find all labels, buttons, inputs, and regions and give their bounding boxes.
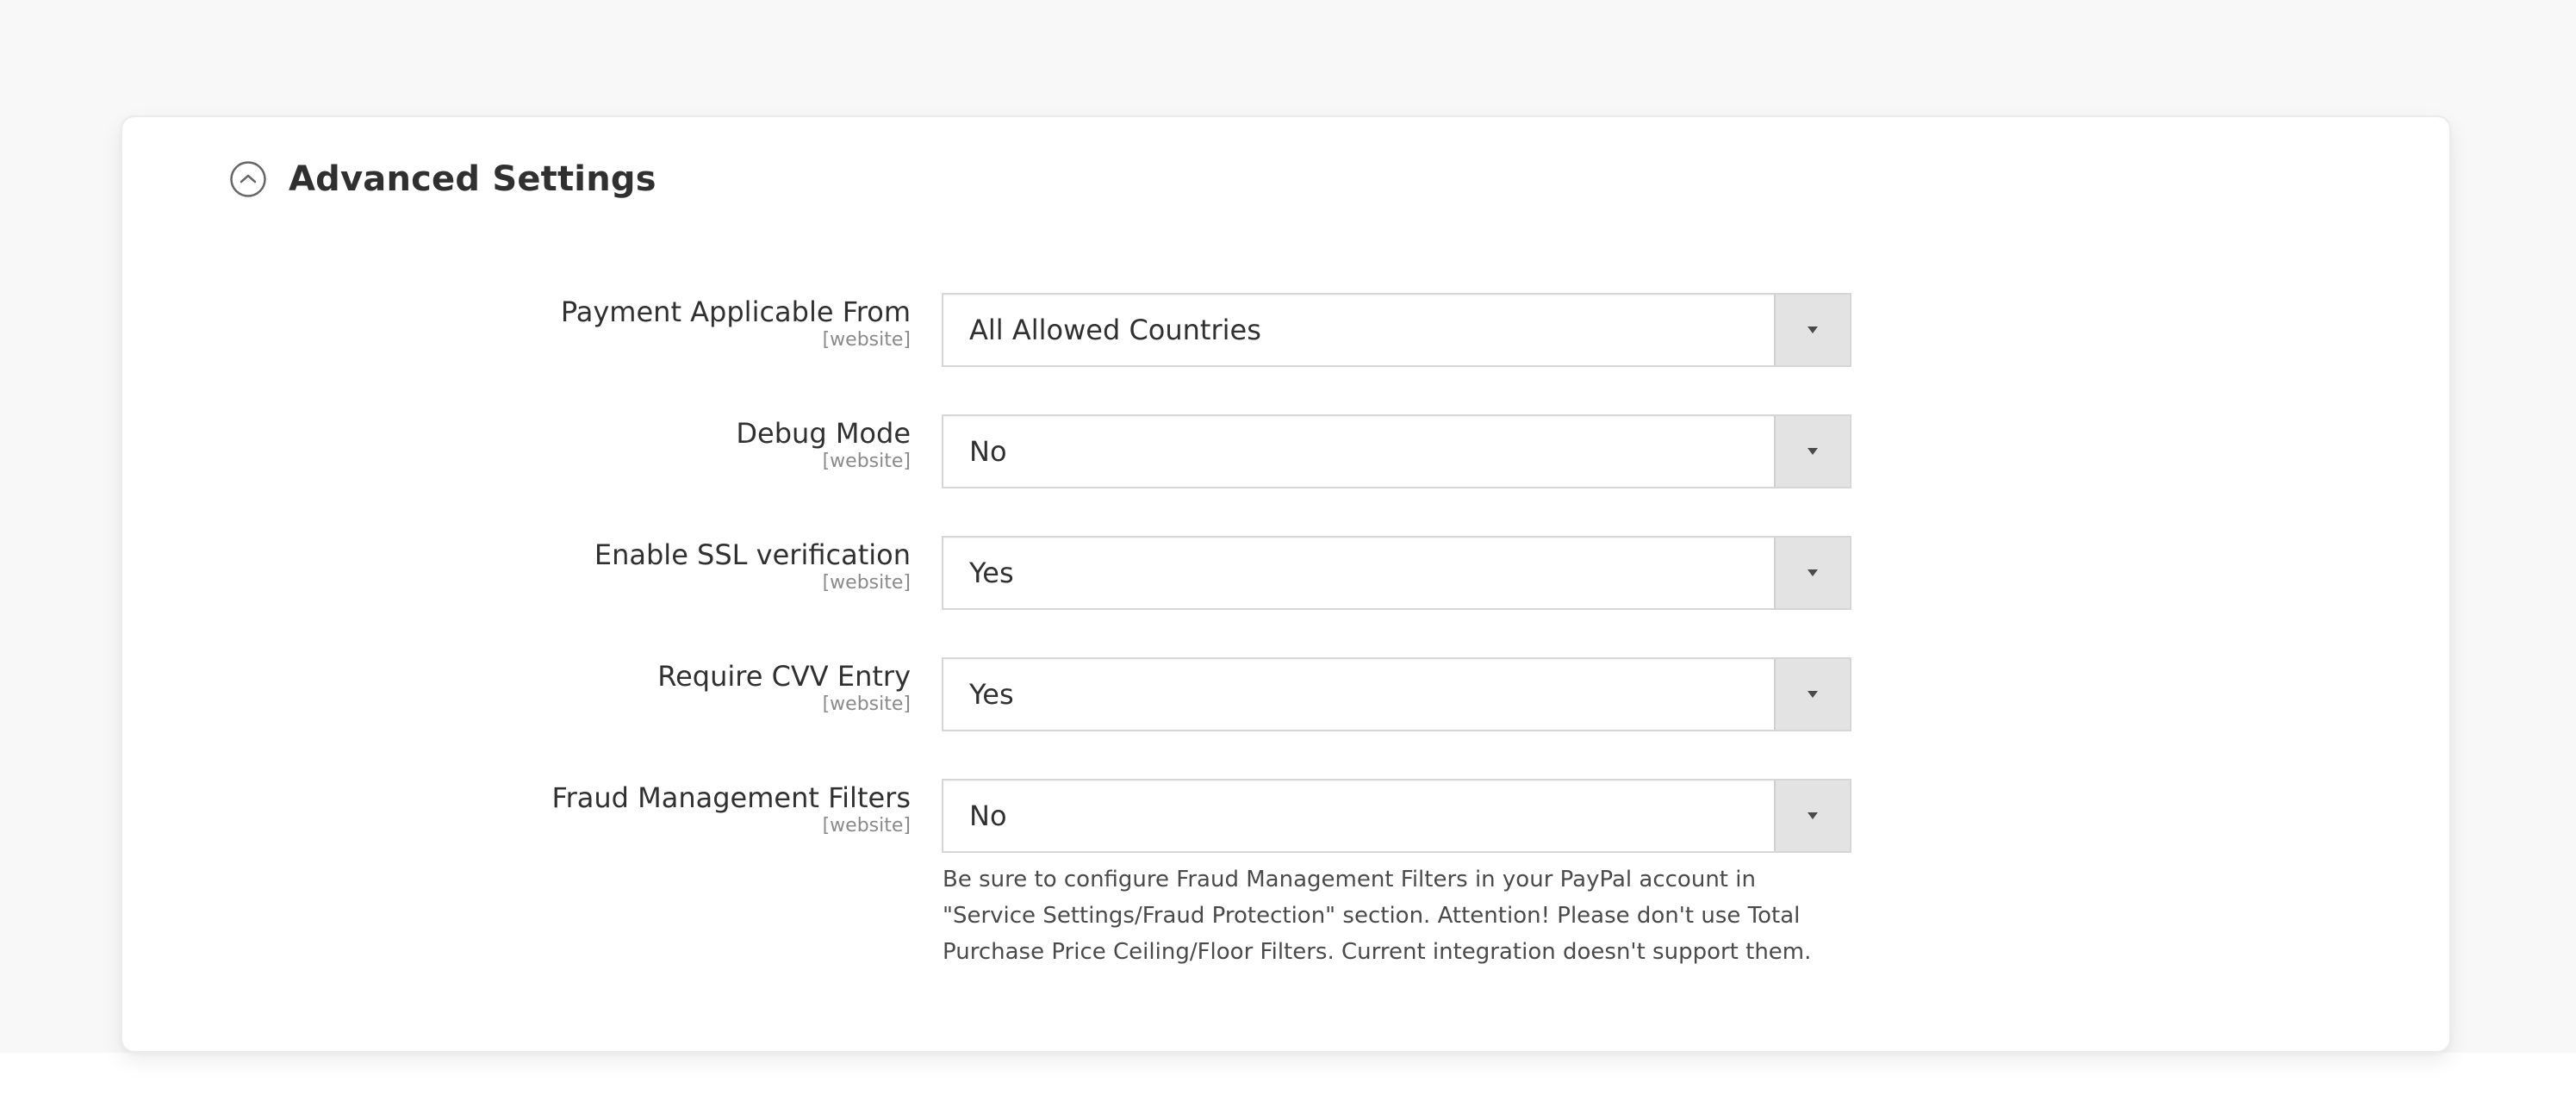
section-header-advanced-settings[interactable]: Advanced Settings — [229, 155, 656, 203]
select-value: No — [969, 799, 1007, 832]
select-value: All Allowed Countries — [969, 314, 1261, 346]
scope-text: [website] — [822, 329, 911, 351]
field-row-enable-ssl-verification: Enable SSL verification [website] Yes — [0, 536, 2576, 613]
dropdown-toggle[interactable] — [1774, 780, 1850, 851]
label-text: Require CVV Entry — [657, 660, 911, 693]
label-text: Payment Applicable From — [560, 295, 911, 328]
label-text: Fraud Management Filters — [551, 781, 912, 814]
scope-text: [website] — [822, 572, 911, 594]
dropdown-toggle[interactable] — [1774, 295, 1850, 365]
select-value: No — [969, 435, 1007, 468]
select-value: Yes — [969, 557, 1014, 589]
scope-text: [website] — [822, 693, 911, 715]
triangle-down-icon — [1808, 569, 1818, 576]
dropdown-toggle[interactable] — [1774, 416, 1850, 487]
fraud-management-filters-select[interactable]: No — [942, 779, 1851, 853]
field-label: Require CVV Entry [website] — [657, 659, 911, 716]
scope-text: [website] — [822, 815, 911, 836]
field-label: Payment Applicable From [website] — [561, 295, 911, 351]
label-text: Enable SSL verification — [594, 538, 911, 571]
triangle-down-icon — [1808, 691, 1818, 698]
field-label: Fraud Management Filters [website] — [552, 780, 912, 837]
triangle-down-icon — [1808, 448, 1818, 455]
require-cvv-entry-select[interactable]: Yes — [942, 657, 1851, 731]
enable-ssl-verification-select[interactable]: Yes — [942, 536, 1851, 610]
dropdown-toggle[interactable] — [1774, 538, 1850, 608]
label-text: Debug Mode — [736, 417, 911, 450]
select-value: Yes — [969, 678, 1014, 711]
section-title: Advanced Settings — [289, 159, 656, 199]
debug-mode-select[interactable]: No — [942, 414, 1851, 488]
field-row-require-cvv-entry: Require CVV Entry [website] Yes — [0, 657, 2576, 735]
collapse-icon[interactable] — [229, 160, 267, 198]
payment-applicable-from-select[interactable]: All Allowed Countries — [942, 293, 1851, 367]
field-row-debug-mode: Debug Mode [website] No — [0, 414, 2576, 492]
triangle-down-icon — [1808, 812, 1818, 819]
dropdown-toggle[interactable] — [1774, 659, 1850, 730]
field-label: Enable SSL verification [website] — [594, 538, 911, 594]
field-label: Debug Mode [website] — [736, 416, 911, 473]
triangle-down-icon — [1808, 327, 1818, 333]
field-row-fraud-management-filters: Fraud Management Filters [website] No — [0, 779, 2576, 856]
field-row-payment-applicable-from: Payment Applicable From [website] All Al… — [0, 293, 2576, 370]
fraud-filters-help-note: Be sure to configure Fraud Management Fi… — [943, 867, 1812, 965]
scope-text: [website] — [822, 451, 911, 472]
